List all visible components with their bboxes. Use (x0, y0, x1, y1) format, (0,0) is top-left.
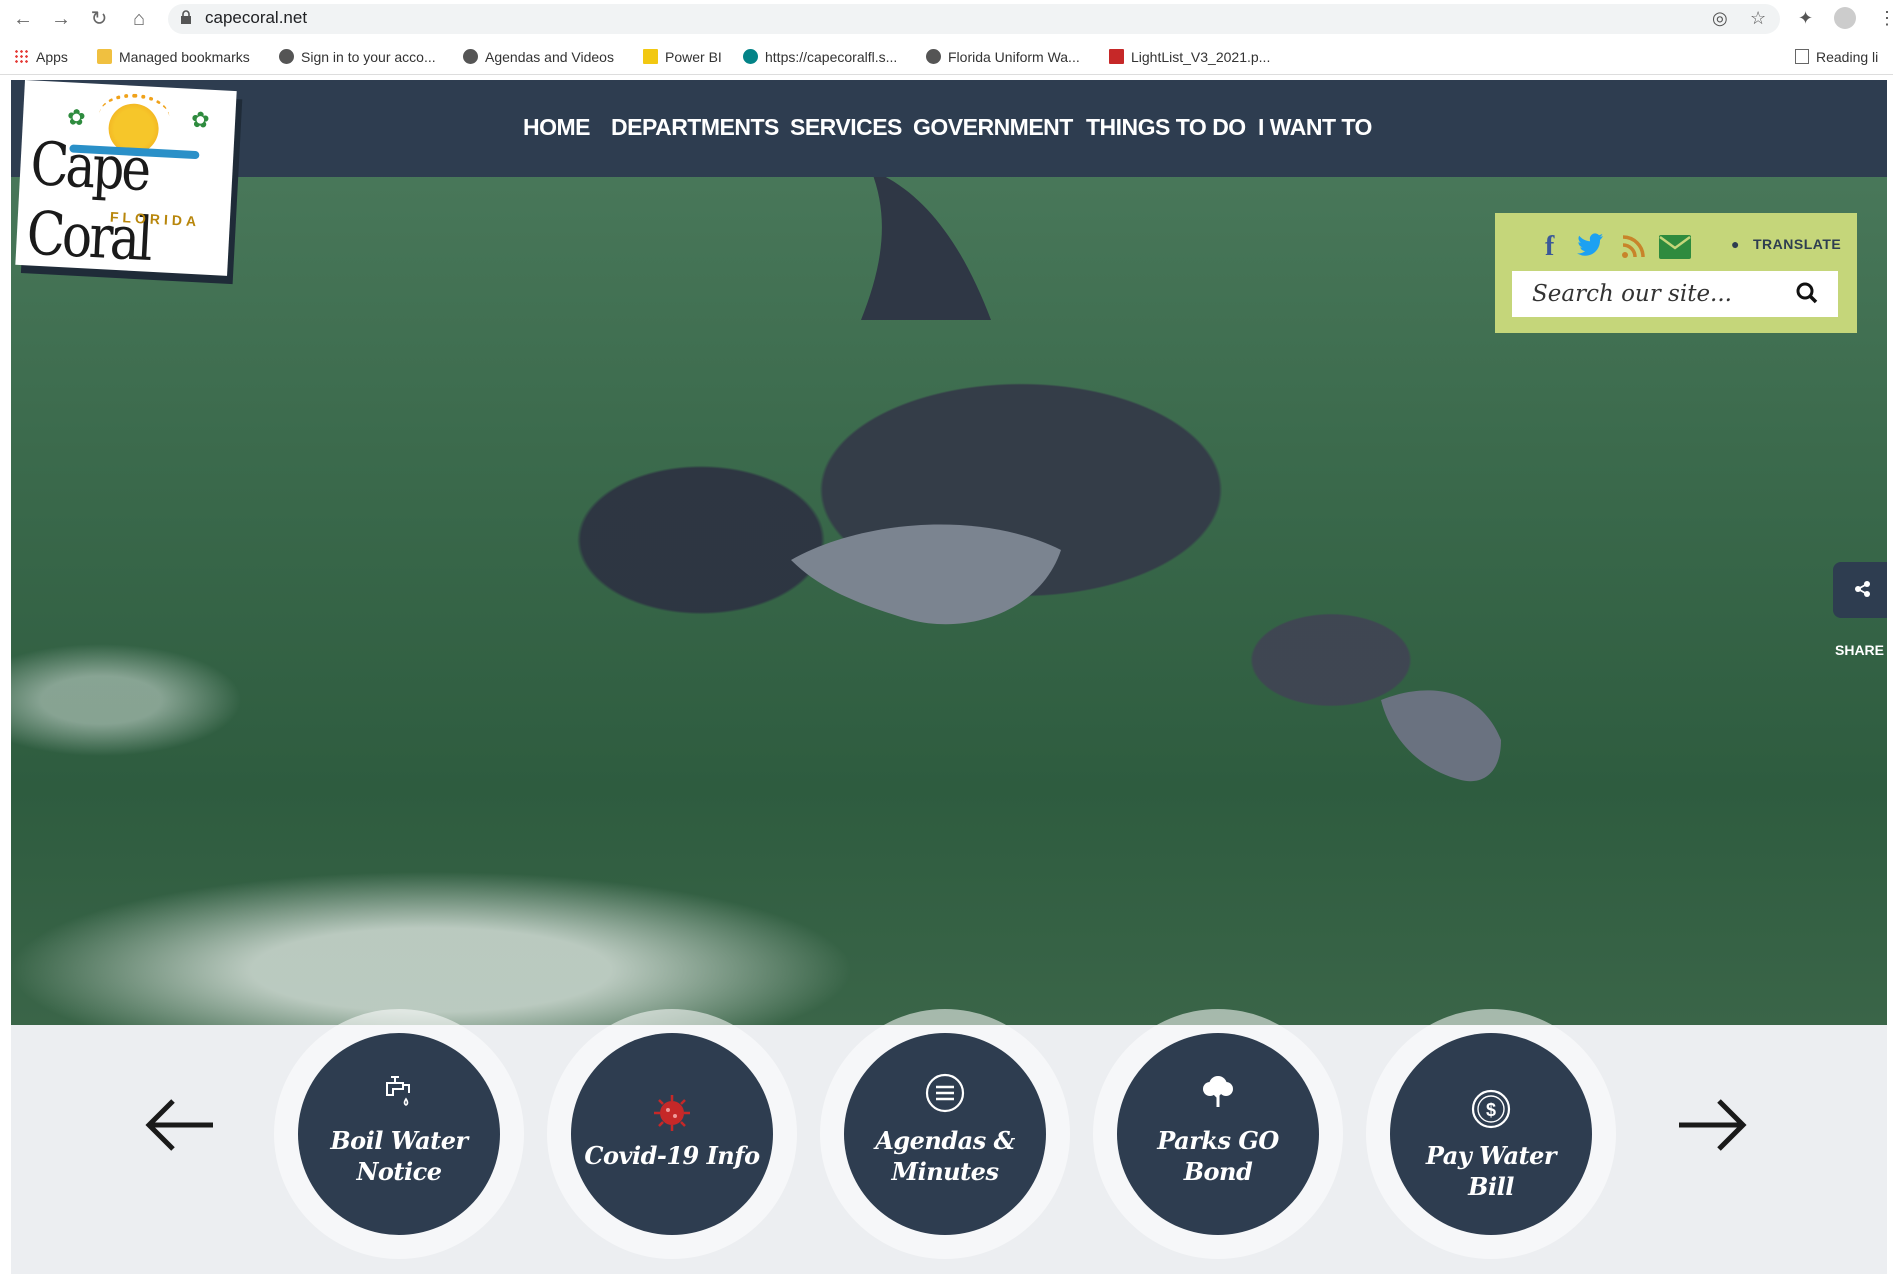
url-text: capecoral.net (205, 8, 308, 27)
email-icon[interactable] (1659, 235, 1691, 259)
bookmark-agendas[interactable]: Agendas and Videos (463, 49, 614, 65)
kebab-menu-icon[interactable]: ⋮ (1878, 8, 1893, 29)
home-icon[interactable]: ⌂ (128, 8, 150, 30)
globe-icon (463, 49, 478, 64)
star-icon[interactable]: ☆ (1750, 8, 1766, 29)
share-button[interactable] (1833, 562, 1887, 618)
quick-link-label: Agendas & Minutes (875, 1126, 1015, 1186)
tree-icon (1203, 1076, 1233, 1107)
apps-grid-icon (14, 49, 29, 64)
quick-link-label: Parks GO Bond (1157, 1126, 1279, 1186)
bookmark-sign-in[interactable]: Sign in to your acco... (279, 49, 436, 65)
virus-icon (654, 1095, 690, 1131)
quick-link-circle: Covid-19 Info (571, 1033, 773, 1235)
nav-government[interactable]: GOVERNMENT (913, 114, 1073, 141)
main-navigation: HOME DEPARTMENTS SERVICES GOVERNMENT THI… (11, 80, 1887, 177)
utility-box: f ● TRANSLATE (1495, 213, 1857, 333)
palm-tree-icon: ✿ (190, 106, 211, 133)
globe-icon: ● (1731, 236, 1740, 252)
rss-icon[interactable] (1621, 235, 1645, 259)
translate-link[interactable]: TRANSLATE (1753, 236, 1841, 252)
extensions-icon[interactable]: ✦ (1798, 8, 1813, 29)
quick-link-boil-water[interactable]: Boil Water Notice (274, 1009, 524, 1259)
reading-list[interactable]: Reading li (1795, 49, 1878, 65)
reload-icon[interactable]: ↻ (88, 8, 110, 30)
web-page: HOME DEPARTMENTS SERVICES GOVERNMENT THI… (11, 80, 1887, 1274)
quick-link-parks-bond[interactable]: Parks GO Bond (1093, 1009, 1343, 1259)
dolphin-flipper-shape (791, 524, 1061, 625)
back-icon[interactable]: ← (12, 8, 34, 30)
nav-home[interactable]: HOME (523, 114, 591, 141)
bookmark-lightlist[interactable]: LightList_V3_2021.p... (1109, 49, 1270, 65)
bookmark-powerbi[interactable]: Power BI (643, 49, 722, 65)
address-bar[interactable] (168, 4, 1780, 34)
quick-link-covid[interactable]: Covid-19 Info (547, 1009, 797, 1259)
arrow-right-icon[interactable] (1671, 1085, 1751, 1165)
search-icon[interactable] (1795, 281, 1819, 305)
quick-link-label: Pay Water Bill (1425, 1141, 1557, 1201)
pdf-icon (1109, 49, 1124, 64)
globe-icon (926, 49, 941, 64)
quick-link-agendas[interactable]: Agendas & Minutes (820, 1009, 1070, 1259)
svg-text:$: $ (1486, 1100, 1496, 1120)
list-icon (925, 1073, 965, 1113)
faucet-icon (386, 1076, 410, 1106)
browser-toolbar: ← → ↻ ⌂ capecoral.net ◎ ☆ ✦ ⋮ (0, 0, 1893, 40)
quick-link-label: Boil Water Notice (330, 1126, 468, 1186)
powerbi-icon (643, 49, 658, 64)
globe-icon (279, 49, 294, 64)
logo-wordmark: Cape Coral (25, 128, 152, 275)
bookmark-florida-uniform[interactable]: Florida Uniform Wa... (926, 49, 1080, 65)
quick-links-bar: Boil Water Notice Covid-19 Info Agendas &… (11, 1009, 1887, 1274)
eye-off-icon[interactable]: ◎ (1712, 8, 1728, 29)
share-label: SHARE (1835, 642, 1885, 658)
facebook-icon[interactable]: f (1545, 231, 1554, 263)
bookmark-managed[interactable]: Managed bookmarks (97, 49, 250, 65)
forward-icon[interactable]: → (50, 8, 72, 30)
nav-things-to-do[interactable]: THINGS TO DO (1086, 114, 1246, 141)
bookmarks-bar: Apps Managed bookmarks Sign in to your a… (0, 40, 1893, 75)
arrow-left-icon[interactable] (141, 1085, 221, 1165)
sharepoint-icon (743, 49, 758, 64)
bookmark-sharepoint[interactable]: https://capecoralfl.s... (743, 49, 897, 65)
dollar-icon: $ (1471, 1089, 1511, 1129)
quick-link-label: Covid-19 Info (584, 1141, 760, 1170)
dolphin-fin-shape (861, 170, 991, 320)
nav-services[interactable]: SERVICES (790, 114, 902, 141)
folder-icon (97, 49, 112, 64)
profile-icon[interactable] (1834, 7, 1856, 29)
twitter-icon[interactable] (1576, 233, 1604, 257)
dolphin-snout-shape (1381, 690, 1501, 782)
palm-tree-icon: ✿ (66, 104, 87, 131)
site-search-input[interactable] (1512, 271, 1838, 317)
lock-icon (181, 10, 191, 24)
reading-list-icon (1795, 49, 1809, 64)
nav-i-want-to[interactable]: I WANT TO (1258, 114, 1372, 141)
quick-link-circle: $ Pay Water Bill (1390, 1033, 1592, 1235)
site-logo[interactable]: ✿ ✿ Cape Coral FLORIDA (15, 80, 237, 276)
bookmark-apps[interactable]: Apps (14, 49, 68, 65)
quick-link-circle: Parks GO Bond (1117, 1033, 1319, 1235)
share-icon (1855, 581, 1870, 597)
nav-departments[interactable]: DEPARTMENTS (611, 114, 779, 141)
quick-link-pay-water-bill[interactable]: $ Pay Water Bill (1366, 1009, 1616, 1259)
quick-link-circle: Boil Water Notice (298, 1033, 500, 1235)
quick-link-circle: Agendas & Minutes (844, 1033, 1046, 1235)
